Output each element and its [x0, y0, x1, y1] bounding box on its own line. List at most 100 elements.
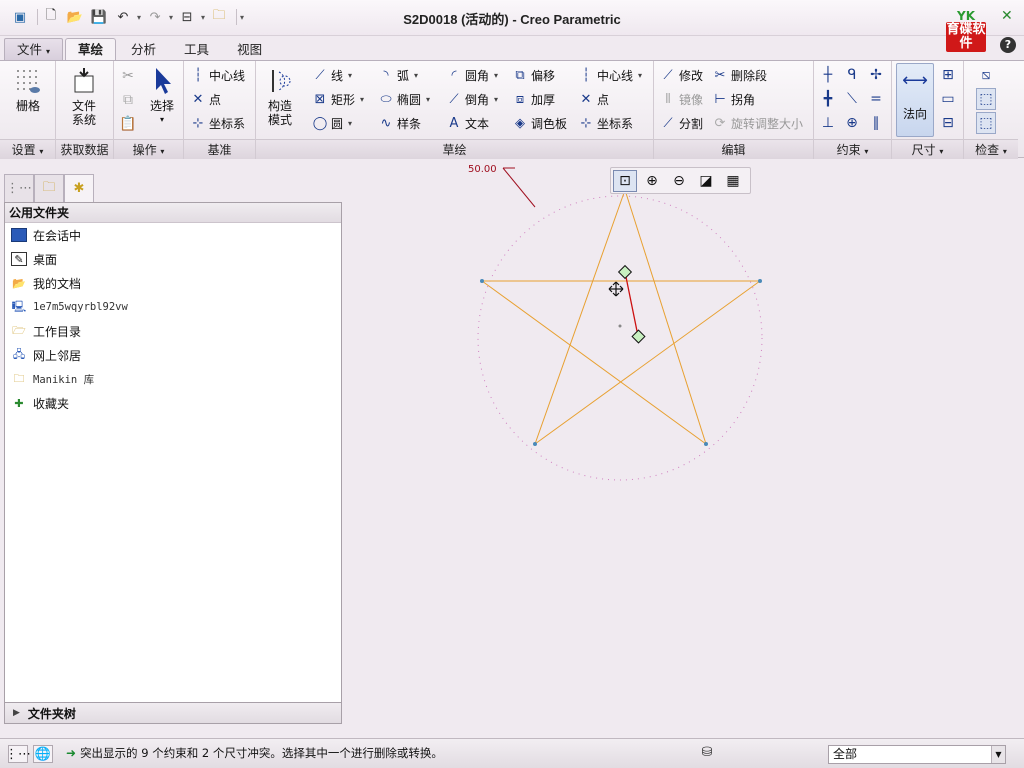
thicken-button[interactable]: ⧈ 加厚 — [512, 88, 555, 110]
group-operations-label[interactable]: 操作 ▾ — [114, 139, 183, 159]
dimension-label[interactable]: 50.00 — [468, 164, 497, 175]
coincident-constraint-icon[interactable]: ⟍ — [842, 88, 862, 110]
ellipse-button[interactable]: ⬭ 椭圆 ▾ — [378, 88, 430, 110]
symmetric-constraint-icon[interactable]: ⊕ — [842, 112, 862, 134]
vertex-point[interactable] — [758, 279, 762, 283]
folder-item-computer[interactable]: 🖳 1e7m5wqyrbl92vw — [5, 295, 341, 319]
tab-tools[interactable]: 工具 — [171, 38, 222, 60]
equal-constraint-icon[interactable]: = — [866, 88, 886, 110]
paste-icon[interactable]: 📋 — [118, 113, 138, 135]
folder-tree-toggle[interactable]: ▶ 文件夹树 — [4, 702, 342, 724]
select-button[interactable]: 选择 ▾ — [140, 65, 184, 127]
highlight-open-ends-icon[interactable]: ⬚ — [976, 112, 996, 134]
zoom-in-icon[interactable]: ⊕ — [640, 170, 664, 192]
datum-coord-sys-button[interactable]: ⊹ 坐标系 — [190, 112, 245, 134]
shade-closed-loops-icon[interactable]: ⬚ — [976, 88, 996, 110]
tab-file[interactable]: 文件 ▾ — [4, 38, 64, 60]
sketch-centerline-button[interactable]: ┆ 中心线 ▾ — [578, 64, 642, 86]
sketch-coord-sys-label: 坐标系 — [597, 116, 634, 131]
folder-item-desktop[interactable]: ✎ 桌面 — [5, 247, 341, 271]
folder-item-favorites[interactable]: ✚ 收藏夹 — [5, 391, 341, 415]
folder-item-manikin-library[interactable]: 🗀 Manikin 库 — [5, 367, 341, 391]
parallel-constraint-icon[interactable]: ∥ — [866, 112, 886, 134]
datum-centerline-button[interactable]: ┆ 中心线 — [190, 64, 245, 86]
star-lines — [481, 189, 761, 445]
chevron-down-icon: ▾ — [46, 47, 51, 56]
close-icon[interactable]: ✕ — [1001, 8, 1013, 24]
group-constrain-label[interactable]: 约束 ▾ — [814, 139, 891, 159]
conflict-constraint-line[interactable] — [624, 271, 639, 337]
text-button[interactable]: A 文本 — [446, 112, 489, 134]
find-binoculars-icon[interactable]: ⛁ — [698, 745, 716, 763]
group-dimension: ⟷ 法向 ⊞ ▭ ⊟ 尺寸 ▾ — [892, 61, 964, 159]
baseline-dimension-icon[interactable]: ⊟ — [938, 112, 958, 134]
folder-tree-label: 文件夹树 — [27, 706, 76, 721]
vertex-point[interactable] — [704, 442, 708, 446]
mirror-button[interactable]: ⫴ 镜像 — [660, 88, 703, 110]
horizontal-constraint-icon[interactable]: ╋ — [818, 88, 838, 110]
arc-button[interactable]: ◝ 弧 ▾ — [378, 64, 418, 86]
modify-button[interactable]: ⟋ 修改 — [660, 64, 703, 86]
display-filter-icon[interactable]: ▦ — [721, 170, 745, 192]
sketch-canvas[interactable]: 50.00 — [344, 160, 1024, 736]
folder-item-in-session[interactable]: 在会话中 — [5, 223, 341, 247]
delete-segment-icon: ✂ — [714, 67, 726, 83]
cut-icon[interactable]: ✂ — [118, 65, 138, 87]
constraint-handle[interactable] — [617, 264, 633, 280]
favorites-tab[interactable]: ✱ — [64, 174, 94, 202]
reference-dimension-icon[interactable]: ▭ — [938, 88, 958, 110]
fillet-button[interactable]: ◜ 圆角 ▾ — [446, 64, 498, 86]
rotate-resize-button[interactable]: ⟳ 旋转调整大小 — [712, 112, 803, 134]
delete-segment-button[interactable]: ✂ 删除段 — [712, 64, 767, 86]
sketch-view-icon[interactable]: ◪ — [694, 170, 718, 192]
folder-browser-tab[interactable]: 🗀 — [34, 174, 64, 202]
zoom-out-icon[interactable]: ⊖ — [667, 170, 691, 192]
sketch-point-button[interactable]: ✕ 点 — [578, 88, 609, 110]
construction-mode-button[interactable]: 构造模式 — [258, 65, 302, 127]
chamfer-button[interactable]: ⟋ 倒角 ▾ — [446, 88, 498, 110]
perpendicular-constraint-icon[interactable]: ⊥ — [818, 112, 838, 134]
tab-analysis[interactable]: 分析 — [118, 38, 169, 60]
vertex-point[interactable] — [533, 442, 537, 446]
folder-item-working-directory[interactable]: 🗁 工作目录 — [5, 319, 341, 343]
vertex-point[interactable] — [480, 279, 484, 283]
rectangle-button[interactable]: ⊠ 矩形 ▾ — [312, 88, 364, 110]
folder-item-network[interactable]: 🖧 网上邻居 — [5, 343, 341, 367]
sketch-centerline-label: 中心线 — [597, 68, 634, 83]
model-tree-tab[interactable]: ⋮⋯ — [4, 174, 34, 202]
grid-label: 栅格 — [15, 99, 40, 113]
tab-sketch[interactable]: 草绘 — [65, 38, 117, 60]
corner-button[interactable]: ⊢ 拐角 — [712, 88, 755, 110]
palette-button[interactable]: ◈ 调色板 — [512, 112, 567, 134]
group-dimension-label[interactable]: 尺寸 ▾ — [892, 139, 963, 159]
datum-point-button[interactable]: ✕ 点 — [190, 88, 221, 110]
sketch-coord-sys-button[interactable]: ⊹ 坐标系 — [578, 112, 633, 134]
circle-button[interactable]: ◯ 圆 ▾ — [312, 112, 352, 134]
midpoint-constraint-icon[interactable]: ✢ — [866, 64, 886, 86]
folder-item-my-documents[interactable]: 📂 我的文档 — [5, 271, 341, 295]
copy-icon[interactable]: ⧉ — [118, 89, 138, 111]
spline-button[interactable]: ∿ 样条 — [378, 112, 421, 134]
line-button[interactable]: ⟋ 线 ▾ — [312, 64, 352, 86]
tangent-constraint-icon[interactable]: ᑫ — [842, 64, 862, 86]
vertical-constraint-icon[interactable]: ┼ — [818, 64, 838, 86]
refit-icon[interactable]: ⊡ — [613, 170, 637, 192]
overlapping-geometry-icon[interactable]: ⧅ — [976, 64, 996, 86]
selection-filter-select[interactable]: 全部 ▼ — [828, 745, 1006, 764]
navigator-tabs: ⋮⋯ 🗀 ✱ — [4, 174, 94, 202]
common-folders-header: 公用文件夹 — [5, 203, 341, 223]
navigator-toggle-icon[interactable]: ⋮⋯ — [5, 745, 31, 763]
group-setup-label[interactable]: 设置 ▾ — [0, 139, 55, 159]
rotate-resize-label: 旋转调整大小 — [731, 116, 804, 131]
offset-button[interactable]: ⧉ 偏移 — [512, 64, 555, 86]
browser-toggle-icon[interactable]: 🌐 — [33, 745, 53, 763]
normal-dimension-button[interactable]: ⟷ 法向 — [896, 63, 934, 137]
file-system-button[interactable]: 文件系统 — [62, 65, 106, 127]
grid-button[interactable]: 栅格 — [6, 65, 50, 113]
model-tree-icon: ⋮⋯ — [6, 181, 32, 196]
constraint-handle[interactable] — [631, 329, 646, 344]
divide-button[interactable]: ⟋ 分割 — [660, 112, 703, 134]
group-inspect-label[interactable]: 检查 ▾ — [964, 139, 1018, 159]
perimeter-dimension-icon[interactable]: ⊞ — [938, 64, 958, 86]
tab-view[interactable]: 视图 — [224, 38, 275, 60]
